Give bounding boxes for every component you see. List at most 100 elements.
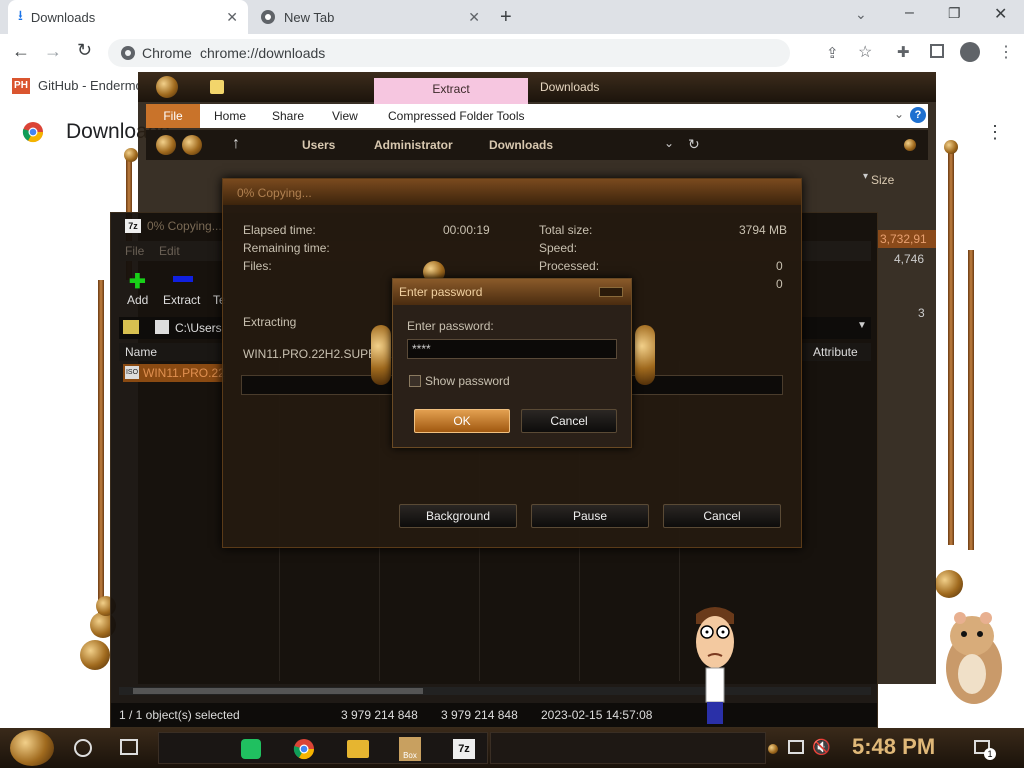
ribbon-tab-file[interactable]: File xyxy=(146,104,200,128)
bookmark-github[interactable]: GitHub - Endermo xyxy=(38,78,143,93)
close-tab-icon[interactable]: ✕ xyxy=(468,9,480,26)
ribbon-tab-compressed-folder-tools[interactable]: Compressed Folder Tools xyxy=(388,109,525,123)
start-button-icon[interactable] xyxy=(10,730,54,766)
ribbon-tab-home[interactable]: Home xyxy=(214,109,246,123)
network-icon[interactable] xyxy=(788,740,804,754)
new-tab-button[interactable]: + xyxy=(500,6,512,29)
up-arrow-icon[interactable]: ↑ xyxy=(232,135,240,153)
file-row-selected[interactable]: ISO WIN11.PRO.22 xyxy=(123,364,225,382)
path-dropdown-icon[interactable]: ▼ xyxy=(857,320,867,331)
ribbon-tab-view[interactable]: View xyxy=(332,109,358,123)
download-icon: ⭳ xyxy=(18,7,23,23)
extracting-label: Extracting xyxy=(243,315,297,329)
chrome-icon xyxy=(120,45,136,61)
show-password-checkbox[interactable] xyxy=(409,375,421,387)
taskbar-empty-area xyxy=(490,732,766,764)
processed-label: Processed: xyxy=(539,259,600,273)
tab-label: New Tab xyxy=(284,9,335,25)
ok-button[interactable]: OK xyxy=(414,409,510,433)
file-explorer-icon[interactable] xyxy=(347,740,369,758)
tab-downloads[interactable]: ⭳ Downloads ✕ xyxy=(8,0,248,34)
extract-button-label[interactable]: Extract xyxy=(163,293,200,307)
tab-new-tab[interactable]: New Tab ✕ xyxy=(250,0,490,34)
address-dropdown-chevron-icon[interactable]: ⌄ xyxy=(664,136,674,150)
chrome-icon[interactable] xyxy=(293,738,315,760)
background-button[interactable]: Background xyxy=(399,504,517,528)
search-circle-icon[interactable] xyxy=(74,739,92,757)
status-selected: 1 / 1 object(s) selected xyxy=(119,708,240,722)
7zip-icon[interactable]: 7z xyxy=(453,739,475,759)
volume-muted-icon[interactable]: 🔇 xyxy=(812,738,831,756)
close-window-button[interactable]: ✕ xyxy=(994,4,1007,24)
ribbon-context-extract[interactable]: Extract xyxy=(374,78,528,104)
column-name[interactable]: Name xyxy=(125,345,157,359)
rope-decoration xyxy=(98,280,104,630)
gear-icon xyxy=(80,640,110,670)
ribbon-tab-share[interactable]: Share xyxy=(272,109,304,123)
size-cell: 3 xyxy=(918,306,925,320)
page-menu-icon[interactable]: ⋮ xyxy=(986,122,1004,143)
tray-chevron-icon[interactable] xyxy=(768,744,778,754)
sevenzip-title: 0% Copying... xyxy=(147,219,222,233)
folder-up-icon[interactable] xyxy=(123,320,139,334)
password-titlebar: Enter password xyxy=(393,279,631,305)
close-tab-icon[interactable]: ✕ xyxy=(226,9,238,26)
dialog-close-icon[interactable] xyxy=(599,287,623,297)
menu-edit[interactable]: Edit xyxy=(159,244,180,258)
restore-button[interactable]: ❐ xyxy=(948,5,961,22)
share-icon[interactable]: ⇪ xyxy=(826,44,839,62)
sort-chevron-icon: ▾ xyxy=(863,171,869,182)
add-icon[interactable]: ✚ xyxy=(129,269,146,294)
help-icon[interactable]: ? xyxy=(910,107,926,123)
horizontal-scrollbar[interactable] xyxy=(119,687,871,695)
total-size-value: 3794 MB xyxy=(739,223,788,237)
reload-icon[interactable]: ↻ xyxy=(77,40,92,61)
remaining-label: Remaining time: xyxy=(243,241,330,255)
forward-arrow-icon[interactable]: → xyxy=(44,41,62,62)
omnibox[interactable]: Chrome chrome://downloads xyxy=(108,39,790,67)
compressed-value: 0 xyxy=(776,277,783,291)
taskbar: Box 7z 🔇 5:48 PM 1 xyxy=(0,728,1024,768)
task-view-icon[interactable] xyxy=(120,739,138,755)
sevenzip-path[interactable]: C:\Users xyxy=(175,321,222,335)
tab-search-chevron-icon[interactable]: ⌄ xyxy=(855,6,867,23)
breadcrumb-users[interactable]: Users xyxy=(302,138,335,152)
notes-app-icon[interactable] xyxy=(241,739,261,759)
show-password-label[interactable]: Show password xyxy=(425,374,510,388)
add-button-label[interactable]: Add xyxy=(127,293,148,307)
column-size[interactable]: Size xyxy=(871,173,894,187)
extensions-icon[interactable]: ✚ xyxy=(897,43,910,61)
address-bar: ↑ Users Administrator Downloads ⌄ ↻ xyxy=(146,130,928,160)
progress-titlebar: 0% Copying... xyxy=(223,179,801,205)
menu-file[interactable]: File xyxy=(125,244,144,258)
sandboxie-icon[interactable]: Box xyxy=(399,737,421,761)
side-panel-icon[interactable] xyxy=(930,44,944,58)
breadcrumb-downloads[interactable]: Downloads xyxy=(489,138,553,152)
brass-knob-icon xyxy=(944,140,958,154)
refresh-icon[interactable]: ↻ xyxy=(688,136,700,153)
search-icon[interactable] xyxy=(904,139,916,151)
total-size-label: Total size: xyxy=(539,223,593,237)
column-attribute[interactable]: Attribute xyxy=(813,345,858,359)
back-arrow-icon[interactable] xyxy=(156,135,176,155)
profile-avatar-icon[interactable] xyxy=(960,42,980,62)
extract-icon[interactable] xyxy=(173,276,193,282)
pause-button[interactable]: Pause xyxy=(531,504,649,528)
cancel-button[interactable]: Cancel xyxy=(663,504,781,528)
back-arrow-icon[interactable]: ← xyxy=(12,41,30,62)
ribbon-expand-chevron-icon[interactable]: ⌄ xyxy=(894,107,904,121)
folder-icon xyxy=(210,80,224,94)
progress-title: 0% Copying... xyxy=(237,186,312,200)
chrome-menu-icon[interactable]: ⋮ xyxy=(998,42,1014,62)
breadcrumb-administrator[interactable]: Administrator xyxy=(374,138,453,152)
minimize-button[interactable]: – xyxy=(905,4,914,22)
forward-arrow-icon[interactable] xyxy=(182,135,202,155)
tab-label: Downloads xyxy=(30,9,96,25)
clock[interactable]: 5:48 PM xyxy=(852,734,935,760)
files-label: Files: xyxy=(243,259,272,273)
password-cancel-button[interactable]: Cancel xyxy=(521,409,617,433)
status-date: 2023-02-15 14:57:08 xyxy=(541,708,653,722)
star-icon[interactable]: ☆ xyxy=(858,42,872,62)
scrollbar-thumb[interactable] xyxy=(133,688,423,694)
password-input[interactable]: **** xyxy=(407,339,617,359)
